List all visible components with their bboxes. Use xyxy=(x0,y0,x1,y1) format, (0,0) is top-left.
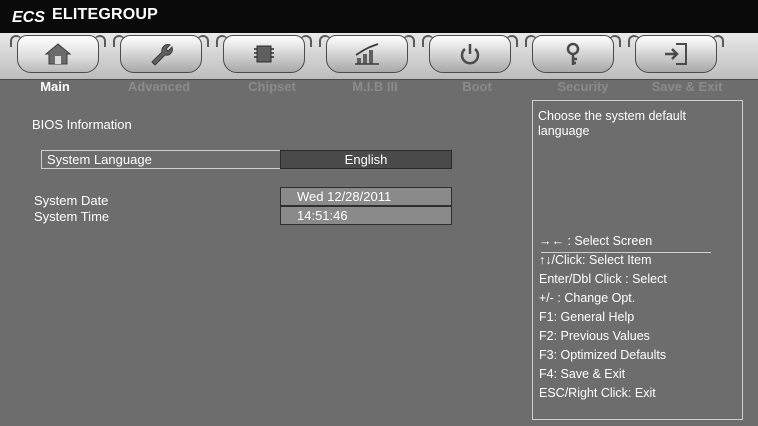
home-icon xyxy=(44,43,72,65)
title-bar: ECS ELITEGROUP xyxy=(0,0,758,33)
section-title: BIOS Information xyxy=(32,117,132,132)
tab-strip xyxy=(0,33,758,80)
system-language-select[interactable]: English xyxy=(280,150,452,169)
key-hint-select-screen: →← : Select Screen xyxy=(539,234,653,248)
key-hint-previous-values: F2: Previous Values xyxy=(539,329,650,343)
tab-mib[interactable] xyxy=(319,35,415,77)
system-time-field[interactable]: 14:51:46 xyxy=(280,206,452,225)
ecs-logo-text: ECS xyxy=(12,9,45,26)
key-hint-general-help: F1: General Help xyxy=(539,310,635,324)
bar-chart-icon xyxy=(355,43,379,65)
tab-label-main[interactable]: Main xyxy=(0,79,110,94)
key-hint-esc-exit: ESC/Right Click: Exit xyxy=(539,386,656,400)
key-hint-change-opt: +/- : Change Opt. xyxy=(539,291,636,305)
system-time-label: System Time xyxy=(34,209,110,224)
brand-name: ELITEGROUP xyxy=(52,6,159,23)
tab-label-advanced[interactable]: Advanced xyxy=(104,79,214,94)
tab-save-exit[interactable] xyxy=(628,35,724,77)
tab-label-boot[interactable]: Boot xyxy=(422,79,532,94)
exit-icon xyxy=(665,43,687,65)
power-icon xyxy=(460,44,480,65)
help-description: Choose the system default language xyxy=(538,109,686,138)
bios-setup-screen: ECS ELITEGROUP Main Advanced Chipset M.I… xyxy=(0,0,758,426)
key-icon xyxy=(566,42,580,65)
key-hint-select-item: ↑↓/Click: Select Item xyxy=(539,253,652,267)
key-legend: →← : Select Screen ↑↓/Click: Select Item… xyxy=(539,232,667,403)
tab-chipset[interactable] xyxy=(216,35,312,77)
tab-label-mib[interactable]: M.I.B III xyxy=(320,79,430,94)
tab-labels: Main Advanced Chipset M.I.B III Boot Sec… xyxy=(0,79,758,97)
main-panel: BIOS Information System Language English… xyxy=(16,99,521,419)
chip-icon xyxy=(254,45,274,63)
tab-boot[interactable] xyxy=(422,35,518,77)
system-date-field[interactable]: Wed 12/28/2011 xyxy=(280,187,452,206)
tab-advanced[interactable] xyxy=(113,35,209,77)
system-date-label: System Date xyxy=(34,193,109,208)
tab-label-security[interactable]: Security xyxy=(528,79,638,94)
wrench-icon xyxy=(151,44,173,66)
system-language-item[interactable]: System Language xyxy=(41,150,285,169)
tab-security[interactable] xyxy=(525,35,621,77)
tab-label-chipset[interactable]: Chipset xyxy=(217,79,327,94)
help-panel: Choose the system default language →← : … xyxy=(532,100,743,420)
tab-label-save-exit[interactable]: Save & Exit xyxy=(632,79,742,94)
key-hint-enter-select: Enter/Dbl Click : Select xyxy=(539,272,667,286)
key-hint-save-exit: F4: Save & Exit xyxy=(539,367,626,381)
tab-main[interactable] xyxy=(10,35,106,77)
ecs-logo: ECS xyxy=(12,9,45,26)
key-hint-optimized-defaults: F3: Optimized Defaults xyxy=(539,348,667,362)
